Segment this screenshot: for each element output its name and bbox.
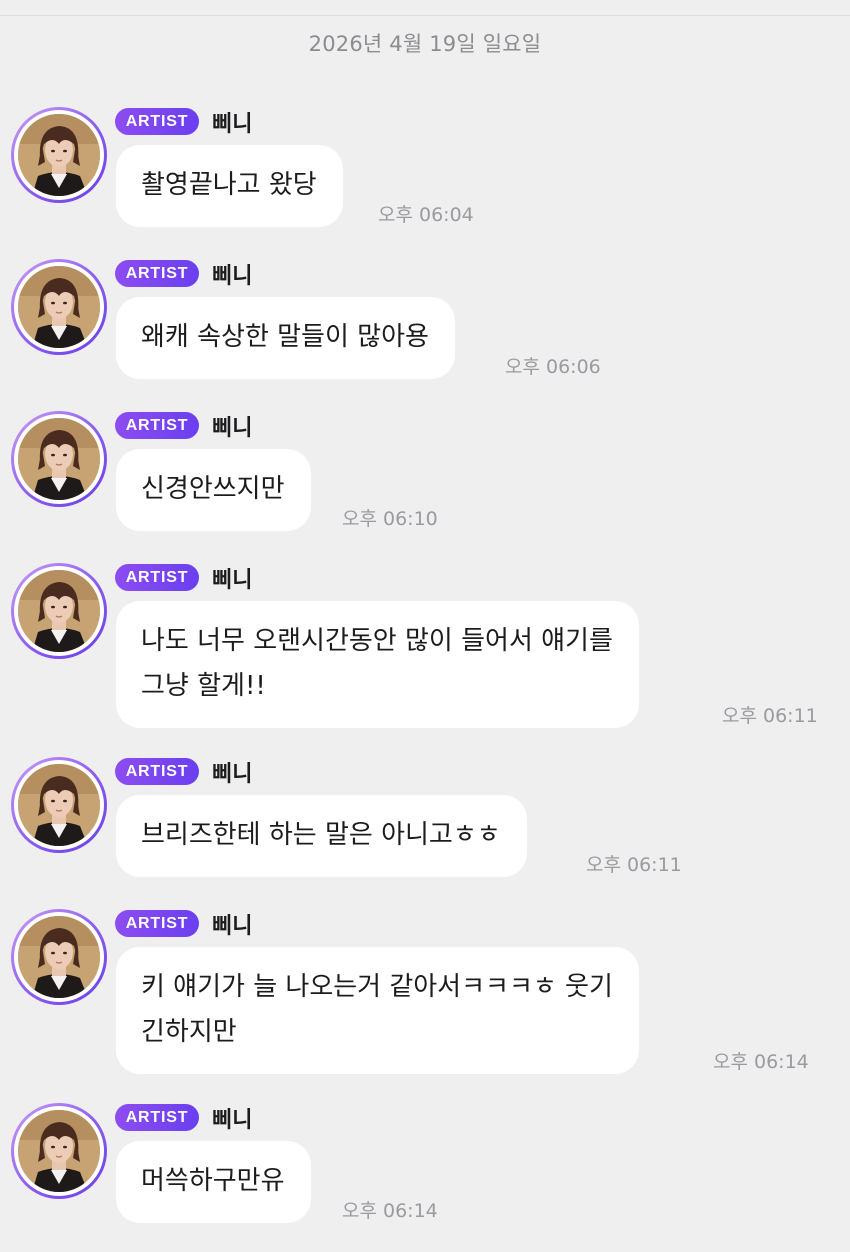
message-bubble[interactable]: 촬영끝나고 왔당 bbox=[116, 145, 343, 227]
avatar[interactable] bbox=[11, 107, 107, 203]
message-bubble[interactable]: 나도 너무 오랜시간동안 많이 들어서 얘기를그냥 할게!! bbox=[116, 601, 639, 728]
avatar[interactable] bbox=[11, 563, 107, 659]
message-bubble[interactable]: 키 얘기가 늘 나오는거 같아서ㅋㅋㅋㅎ 웃기긴하지만 bbox=[116, 947, 639, 1074]
sender-name: 삐니 bbox=[212, 762, 253, 787]
message-timestamp: 오후 06:04 bbox=[378, 204, 474, 226]
sender-name: 삐니 bbox=[212, 914, 253, 939]
message-text-line: 머쓱하구만유 bbox=[141, 1166, 285, 1196]
date-header: 2026년 4월 19일 일요일 bbox=[308, 32, 542, 56]
avatar[interactable] bbox=[11, 1103, 107, 1199]
avatar[interactable] bbox=[11, 259, 107, 355]
message-text-line: 키 얘기가 늘 나오는거 같아서ㅋㅋㅋㅎ 웃기 bbox=[141, 972, 613, 1002]
artist-photo-icon bbox=[18, 1110, 100, 1192]
message-timestamp: 오후 06:11 bbox=[722, 705, 818, 727]
artist-badge: ARTIST bbox=[115, 412, 199, 439]
message-bubble[interactable]: 브리즈한테 하는 말은 아니고ㅎㅎ bbox=[116, 795, 527, 877]
artist-badge: ARTIST bbox=[115, 910, 199, 937]
avatar[interactable] bbox=[11, 411, 107, 507]
message-timestamp: 오후 06:11 bbox=[586, 854, 682, 876]
message-bubble[interactable]: 신경안쓰지만 bbox=[116, 449, 311, 531]
message-timestamp: 오후 06:14 bbox=[342, 1200, 438, 1222]
sender-name: 삐니 bbox=[212, 112, 253, 137]
message-text-line: 신경안쓰지만 bbox=[141, 474, 285, 504]
message-bubble[interactable]: 왜캐 속상한 말들이 많아용 bbox=[116, 297, 455, 379]
avatar[interactable] bbox=[11, 757, 107, 853]
message-timestamp: 오후 06:06 bbox=[505, 356, 601, 378]
avatar[interactable] bbox=[11, 909, 107, 1005]
artist-photo-icon bbox=[18, 418, 100, 500]
artist-badge: ARTIST bbox=[115, 564, 199, 591]
message-text-line: 그냥 할게!! bbox=[141, 671, 266, 701]
sender-name: 삐니 bbox=[212, 416, 253, 441]
message-bubble[interactable]: 머쓱하구만유 bbox=[116, 1141, 311, 1223]
message-text-line: 긴하지만 bbox=[141, 1017, 237, 1047]
message-text-line: 나도 너무 오랜시간동안 많이 들어서 얘기를 bbox=[141, 626, 613, 656]
message-text-line: 촬영끝나고 왔당 bbox=[141, 170, 317, 200]
sender-name: 삐니 bbox=[212, 1108, 253, 1133]
top-divider bbox=[0, 15, 850, 16]
artist-photo-icon bbox=[18, 916, 100, 998]
artist-badge: ARTIST bbox=[115, 1104, 199, 1131]
artist-photo-icon bbox=[18, 114, 100, 196]
artist-badge: ARTIST bbox=[115, 260, 199, 287]
artist-badge: ARTIST bbox=[115, 108, 199, 135]
sender-name: 삐니 bbox=[212, 264, 253, 289]
message-timestamp: 오후 06:14 bbox=[713, 1051, 809, 1073]
artist-photo-icon bbox=[18, 764, 100, 846]
artist-badge: ARTIST bbox=[115, 758, 199, 785]
sender-name: 삐니 bbox=[212, 568, 253, 593]
message-timestamp: 오후 06:10 bbox=[342, 508, 438, 530]
message-text-line: 왜캐 속상한 말들이 많아용 bbox=[141, 322, 429, 352]
artist-photo-icon bbox=[18, 266, 100, 348]
artist-photo-icon bbox=[18, 570, 100, 652]
message-text-line: 브리즈한테 하는 말은 아니고ㅎㅎ bbox=[141, 820, 501, 850]
